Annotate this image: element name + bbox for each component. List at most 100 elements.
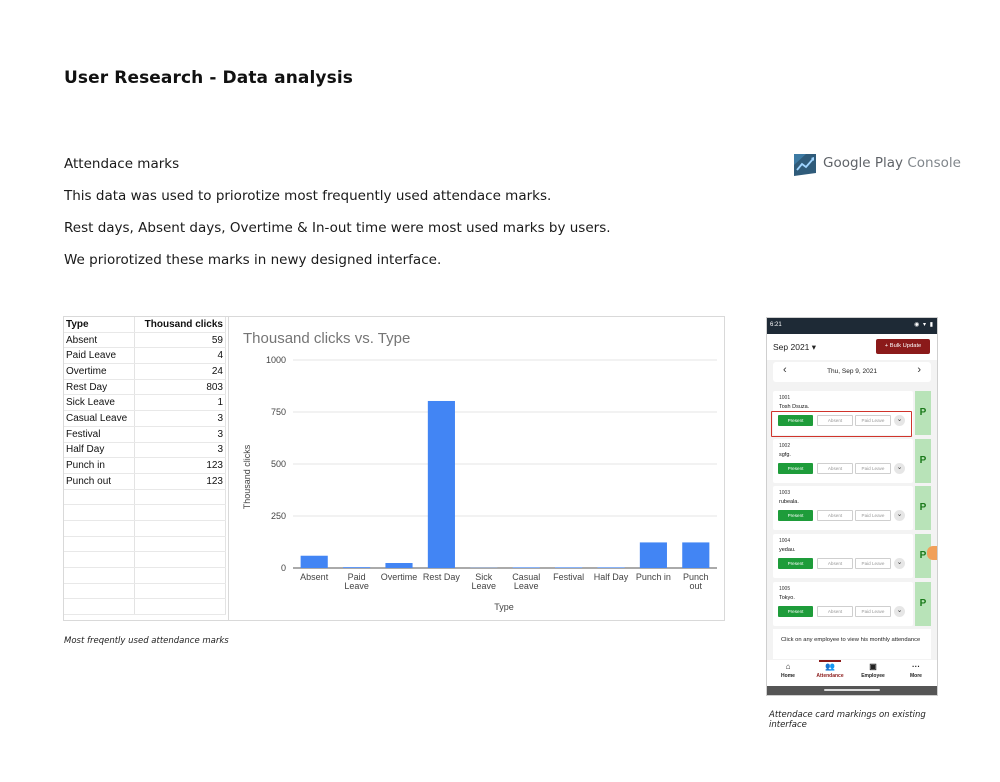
date-navigator: ‹ Thu, Sep 9, 2021 › xyxy=(773,362,931,382)
employee-name: rubeala. xyxy=(779,499,799,505)
bar-absent xyxy=(300,555,328,568)
table-row: Overtime 24 xyxy=(64,363,226,380)
paragraph-3: We priorotized these marks in newy desig… xyxy=(64,252,442,268)
attendance-mark-badge[interactable]: P xyxy=(915,582,931,626)
paid-leave-button[interactable]: Paid Leave xyxy=(855,463,891,474)
paragraph-1: This data was used to priorotize most fr… xyxy=(64,188,552,204)
absent-button[interactable]: Absent xyxy=(817,463,853,474)
month-label: Sep 2021 xyxy=(773,342,810,352)
phone-screenshot: 6:21 ◉ ▾ ▮ Sep 2021 ▾ + Bulk Update ‹ Th… xyxy=(766,317,938,696)
table-header-type: Type xyxy=(64,317,135,333)
nav-more[interactable]: ··· More xyxy=(899,662,933,679)
table-cell-type: Sick Leave xyxy=(64,394,135,412)
chevron-down-icon[interactable]: ⌄ xyxy=(894,606,905,617)
bar-festival xyxy=(555,567,583,568)
attendance-mark-badge[interactable]: P xyxy=(915,486,931,530)
people-icon: 👥 xyxy=(825,662,835,671)
table-cell-clicks: 123 xyxy=(134,473,226,490)
bar-half-day xyxy=(597,567,625,568)
bulk-update-button[interactable]: + Bulk Update xyxy=(876,339,930,354)
present-button[interactable]: Present xyxy=(778,606,813,617)
present-button[interactable]: Present xyxy=(778,463,813,474)
current-date: Thu, Sep 9, 2021 xyxy=(827,368,877,375)
attendance-mark-badge[interactable]: P xyxy=(915,391,931,435)
bar-chart: Thousand clicks vs. Type Thousand clicks… xyxy=(228,316,725,621)
table-cell-type: Half Day xyxy=(64,442,135,459)
x-tick-label: Rest Day xyxy=(423,572,461,582)
table-cell-type: Punch out xyxy=(64,473,135,490)
app-top-bar: Sep 2021 ▾ + Bulk Update xyxy=(767,334,937,360)
employee-id: 1002 xyxy=(779,443,791,449)
more-icon: ··· xyxy=(912,662,920,671)
x-tick-label: Sick Leave xyxy=(472,572,497,591)
x-tick-label: Casual Leave xyxy=(512,572,540,591)
table-cell-type: Overtime xyxy=(64,363,135,380)
table-cell-clicks: 123 xyxy=(134,457,226,474)
data-table: Type Thousand clicks Absent 59 Paid Leave 4… xyxy=(63,316,229,621)
y-tick-label: 1000 xyxy=(266,355,286,365)
table-row: Punch out 123 xyxy=(64,473,226,490)
bar-punch-out xyxy=(682,542,710,568)
x-tick-label: Festival xyxy=(553,572,584,582)
nav-employee[interactable]: ▣ Employee xyxy=(856,662,890,679)
table-cell-type: Rest Day xyxy=(64,379,135,396)
chevron-down-icon: ▾ xyxy=(811,342,817,352)
table-cell-clicks: 3 xyxy=(134,442,226,459)
table-cell-type: Paid Leave xyxy=(64,347,135,365)
table-cell-type: Festival xyxy=(64,426,135,443)
empty-row xyxy=(64,567,226,584)
chevron-down-icon[interactable]: ⌄ xyxy=(894,558,905,569)
x-tick-label: Punch out xyxy=(683,572,709,591)
employee-card[interactable]: 1003 rubeala. Present Absent Paid Leave ⌄ xyxy=(773,486,913,530)
table-cell-clicks: 24 xyxy=(134,363,226,380)
section-heading: Attendace marks xyxy=(64,156,180,172)
table-cell-type: Punch in xyxy=(64,457,135,474)
nav-home[interactable]: ⌂ Home xyxy=(771,662,805,679)
paid-leave-button[interactable]: Paid Leave xyxy=(855,606,891,617)
empty-row xyxy=(64,536,226,553)
table-header-clicks: Thousand clicks xyxy=(134,317,226,333)
employee-card[interactable]: 1005 Tokyo. Present Absent Paid Leave ⌄ xyxy=(773,582,913,626)
highlight-box xyxy=(771,411,912,437)
x-tick-label: Absent xyxy=(300,572,329,582)
absent-button[interactable]: Absent xyxy=(817,510,853,521)
table-header-row: Type Thousand clicks xyxy=(64,317,226,333)
empty-row xyxy=(64,489,226,506)
chevron-down-icon[interactable]: ⌄ xyxy=(894,463,905,474)
attendance-mark-badge[interactable]: P xyxy=(915,439,931,483)
bar-rest-day xyxy=(427,400,455,568)
badge-icon: ▣ xyxy=(869,662,877,671)
absent-button[interactable]: Absent xyxy=(817,606,853,617)
chart-xlabel: Type xyxy=(494,602,514,612)
paid-leave-button[interactable]: Paid Leave xyxy=(855,510,891,521)
table-cell-clicks: 3 xyxy=(134,410,226,427)
bar-punch-in xyxy=(639,542,667,568)
absent-button[interactable]: Absent xyxy=(817,558,853,569)
present-button[interactable]: Present xyxy=(778,558,813,569)
status-time: 6:21 xyxy=(770,322,782,328)
employee-id: 1004 xyxy=(779,538,791,544)
empty-row xyxy=(64,551,226,568)
status-icons: ◉ ▾ ▮ xyxy=(914,322,934,328)
empty-row xyxy=(64,598,226,616)
employee-card[interactable]: 1002 sgfg. Present Absent Paid Leave ⌄ xyxy=(773,439,913,483)
chevron-right-icon[interactable]: › xyxy=(917,364,921,376)
floating-tab[interactable] xyxy=(927,546,937,560)
employee-name: yedau. xyxy=(779,547,796,553)
present-button[interactable]: Present xyxy=(778,510,813,521)
table-row: Punch in 123 xyxy=(64,457,226,474)
table-cell-clicks: 1 xyxy=(134,394,226,412)
chart-caption: Most freqently used attendance marks xyxy=(64,636,229,646)
paid-leave-button[interactable]: Paid Leave xyxy=(855,558,891,569)
x-tick-label: Punch in xyxy=(636,572,671,582)
month-selector[interactable]: Sep 2021 ▾ xyxy=(773,342,816,353)
employee-id: 1003 xyxy=(779,490,791,496)
home-icon: ⌂ xyxy=(785,662,791,671)
table-cell-type: Absent xyxy=(64,332,135,349)
nav-attendance[interactable]: 👥 Attendance xyxy=(813,660,847,679)
y-tick-label: 250 xyxy=(271,511,286,521)
paragraph-2: Rest days, Absent days, Overtime & In-ou… xyxy=(64,220,611,236)
chevron-down-icon[interactable]: ⌄ xyxy=(894,510,905,521)
employee-card[interactable]: 1004 yedau. Present Absent Paid Leave ⌄ xyxy=(773,534,913,578)
phone-caption: Attendace card markings on existing inte… xyxy=(769,710,926,730)
